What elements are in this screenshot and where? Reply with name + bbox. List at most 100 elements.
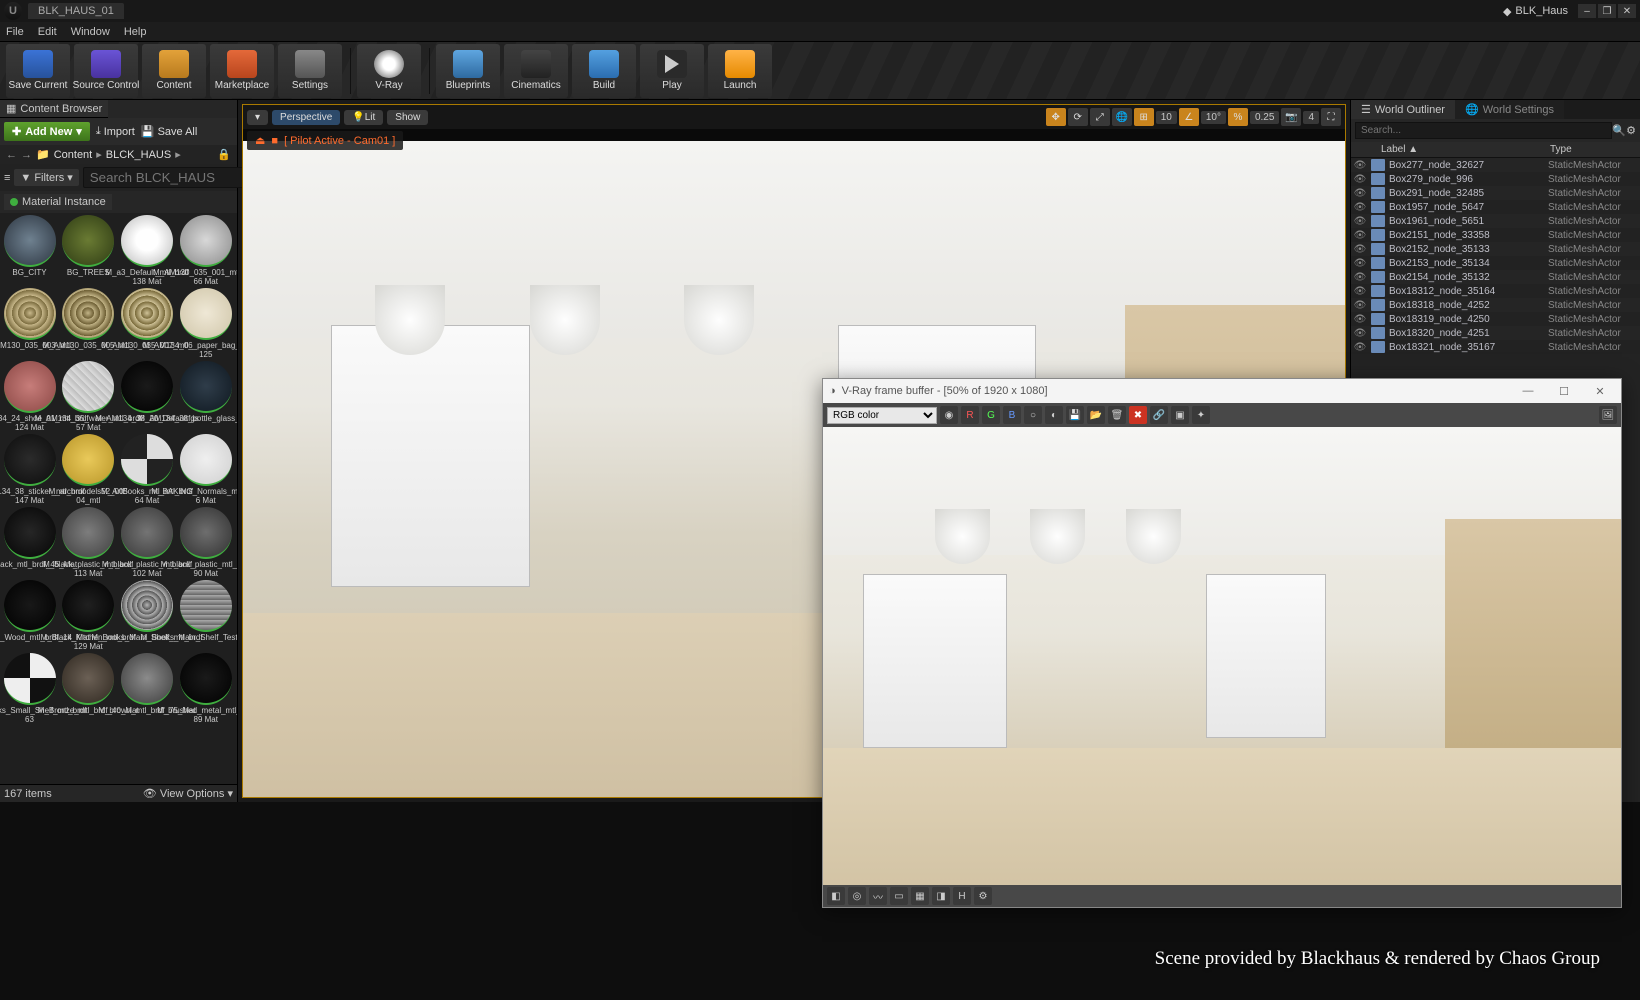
eject-icon[interactable]: ⏏ xyxy=(255,134,265,147)
toolbar-source-control-button[interactable]: Source Control xyxy=(74,44,138,98)
asset-item[interactable]: M_brushed_metal_mtl_brdf 89 Mat xyxy=(178,653,233,724)
outliner-row[interactable]: 👁Box18321_node_35167StaticMeshActor xyxy=(1351,340,1640,354)
scale-gizmo-icon[interactable]: ⤢ xyxy=(1090,108,1110,126)
vfb-maximize-button[interactable]: ☐ xyxy=(1549,385,1579,398)
tab-world-outliner[interactable]: ☰ World Outliner xyxy=(1351,100,1455,119)
vfb-rgb-icon[interactable]: ◉ xyxy=(940,406,958,424)
asset-item[interactable]: M_AM130_035_001_mtl_brdf 66 Mat xyxy=(178,215,233,286)
vfb-compare-icon[interactable]: ◨ xyxy=(932,887,950,905)
outliner-row[interactable]: 👁Box1961_node_5651StaticMeshActor xyxy=(1351,214,1640,228)
grid-snap-value[interactable]: 10 xyxy=(1156,111,1177,124)
scale-snap-value[interactable]: 0.25 xyxy=(1250,111,1279,124)
toolbar-build-button[interactable]: Build xyxy=(572,44,636,98)
menu-edit[interactable]: Edit xyxy=(38,26,57,38)
grid-snap-icon[interactable]: ⊞ xyxy=(1134,108,1154,126)
lock-icon[interactable]: 🔒 xyxy=(217,148,231,161)
asset-item[interactable]: M_black_plastic_mtl_brdf 90 Mat xyxy=(178,507,233,578)
visibility-icon[interactable]: 👁 xyxy=(1353,230,1367,241)
toolbar-cinematics-button[interactable]: Cinematics xyxy=(504,44,568,98)
vfb-channel-select[interactable]: RGB color xyxy=(827,407,937,424)
column-label[interactable]: Label ▲ xyxy=(1351,144,1550,155)
viewport-menu-button[interactable]: ▾ xyxy=(247,110,268,125)
vfb-curve-icon[interactable]: 〰 xyxy=(869,887,887,905)
outliner-row[interactable]: 👁Box18312_node_35164StaticMeshActor xyxy=(1351,284,1640,298)
tab-world-settings[interactable]: 🌐 World Settings xyxy=(1455,100,1564,119)
vfb-close-button[interactable]: ✕ xyxy=(1585,385,1615,398)
vfb-save-icon[interactable]: 💾 xyxy=(1066,406,1084,424)
nav-fwd-icon[interactable]: → xyxy=(21,149,32,161)
vfb-titlebar[interactable]: ◑ V-Ray frame buffer - [50% of 1920 x 10… xyxy=(823,379,1621,403)
crumb-folder[interactable]: BLCK_HAUS xyxy=(106,149,171,161)
visibility-icon[interactable]: 👁 xyxy=(1353,328,1367,339)
add-new-button[interactable]: ✚ Add New ▾ xyxy=(4,122,90,141)
nav-back-icon[interactable]: ← xyxy=(6,149,17,161)
search-icon[interactable]: 🔍 xyxy=(1612,124,1626,137)
toolbar-blueprints-button[interactable]: Blueprints xyxy=(436,44,500,98)
vfb-load-icon[interactable]: 📂 xyxy=(1087,406,1105,424)
visibility-icon[interactable]: 👁 xyxy=(1353,286,1367,297)
vray-frame-buffer-window[interactable]: ◑ V-Ray frame buffer - [50% of 1920 x 10… xyxy=(822,378,1622,908)
vfb-cc-icon[interactable]: ◧ xyxy=(827,887,845,905)
rotate-gizmo-icon[interactable]: ⟳ xyxy=(1068,108,1088,126)
vfb-track-icon[interactable]: ✦ xyxy=(1192,406,1210,424)
asset-item[interactable]: M_AM134_06_paper_bag_mtl_brdf 125 xyxy=(178,288,233,359)
menu-file[interactable]: File xyxy=(6,26,24,38)
vfb-link-icon[interactable]: 🔗 xyxy=(1150,406,1168,424)
camera-speed-icon[interactable]: 📷 xyxy=(1281,108,1301,126)
toolbar-marketplace-button[interactable]: Marketplace xyxy=(210,44,274,98)
close-button[interactable]: ✕ xyxy=(1618,4,1636,18)
vfb-green-button[interactable]: G xyxy=(982,406,1000,424)
outliner-row[interactable]: 👁Box2151_node_33358StaticMeshActor xyxy=(1351,228,1640,242)
minimize-button[interactable]: – xyxy=(1578,4,1596,18)
menu-window[interactable]: Window xyxy=(71,26,110,38)
toolbar-launch-button[interactable]: Launch xyxy=(708,44,772,98)
pilot-active-indicator[interactable]: ⏏ ■ [ Pilot Active - Cam01 ] xyxy=(247,131,403,150)
save-all-button[interactable]: 💾 Save All xyxy=(141,125,197,138)
asset-item[interactable]: BG_CITY xyxy=(2,215,57,286)
visibility-icon[interactable]: 👁 xyxy=(1353,174,1367,185)
visibility-icon[interactable]: 👁 xyxy=(1353,342,1367,353)
view-options-button[interactable]: 👁 View Options ▾ xyxy=(143,787,233,800)
visibility-icon[interactable]: 👁 xyxy=(1353,160,1367,171)
outliner-row[interactable]: 👁Box2153_node_35134StaticMeshActor xyxy=(1351,256,1640,270)
column-type[interactable]: Type xyxy=(1550,144,1640,155)
toolbar-settings-button[interactable]: Settings xyxy=(278,44,342,98)
outliner-search-input[interactable] xyxy=(1355,122,1612,139)
outliner-row[interactable]: 👁Box1957_node_5647StaticMeshActor xyxy=(1351,200,1640,214)
visibility-icon[interactable]: 👁 xyxy=(1353,272,1367,283)
toolbar-content-button[interactable]: Content xyxy=(142,44,206,98)
menu-help[interactable]: Help xyxy=(124,26,147,38)
asset-item[interactable]: M_AM134_38_bottle_glass_white_mtl xyxy=(178,361,233,432)
vfb-minimize-button[interactable]: — xyxy=(1513,385,1543,397)
maximize-viewport-icon[interactable]: ⛶ xyxy=(1321,108,1341,126)
visibility-icon[interactable]: 👁 xyxy=(1353,202,1367,213)
vfb-render-view[interactable] xyxy=(823,427,1621,885)
translate-gizmo-icon[interactable]: ✥ xyxy=(1046,108,1066,126)
angle-snap-icon[interactable]: ∠ xyxy=(1179,108,1199,126)
angle-snap-value[interactable]: 10° xyxy=(1201,111,1226,124)
filter-icon[interactable]: ≡ xyxy=(4,172,10,184)
vfb-stamp-icon[interactable]: ▭ xyxy=(890,887,908,905)
filters-button[interactable]: ▼Filters▾ xyxy=(14,169,78,186)
visibility-icon[interactable]: 👁 xyxy=(1353,188,1367,199)
vfb-blue-button[interactable]: B xyxy=(1003,406,1021,424)
vfb-switch-icon[interactable]: ◐ xyxy=(1045,406,1063,424)
outliner-row[interactable]: 👁Box18318_node_4252StaticMeshActor xyxy=(1351,298,1640,312)
outliner-row[interactable]: 👁Box2154_node_35132StaticMeshActor xyxy=(1351,270,1640,284)
visibility-icon[interactable]: 👁 xyxy=(1353,258,1367,269)
vfb-clear-icon[interactable]: 🗑 xyxy=(1108,406,1126,424)
outliner-row[interactable]: 👁Box18320_node_4251StaticMeshActor xyxy=(1351,326,1640,340)
filter-chip-material-instance[interactable]: Material Instance xyxy=(4,194,112,210)
lit-button[interactable]: 💡Lit xyxy=(344,110,383,125)
vfb-lens-icon[interactable]: ◎ xyxy=(848,887,866,905)
asset-item[interactable]: M_Books_Main_Shelf_Test_mtl_brdf xyxy=(178,580,233,651)
stop-pilot-icon[interactable]: ■ xyxy=(271,135,278,147)
crumb-content[interactable]: Content xyxy=(54,149,93,161)
vfb-mono-icon[interactable]: ○ xyxy=(1024,406,1042,424)
visibility-icon[interactable]: 👁 xyxy=(1353,300,1367,311)
toolbar-play-button[interactable]: Play xyxy=(640,44,704,98)
outliner-row[interactable]: 👁Box277_node_32627StaticMeshActor xyxy=(1351,158,1640,172)
coord-space-icon[interactable]: 🌐 xyxy=(1112,108,1132,126)
vfb-settings-icon[interactable]: ⚙ xyxy=(974,887,992,905)
vfb-pixel-icon[interactable]: ▦ xyxy=(911,887,929,905)
